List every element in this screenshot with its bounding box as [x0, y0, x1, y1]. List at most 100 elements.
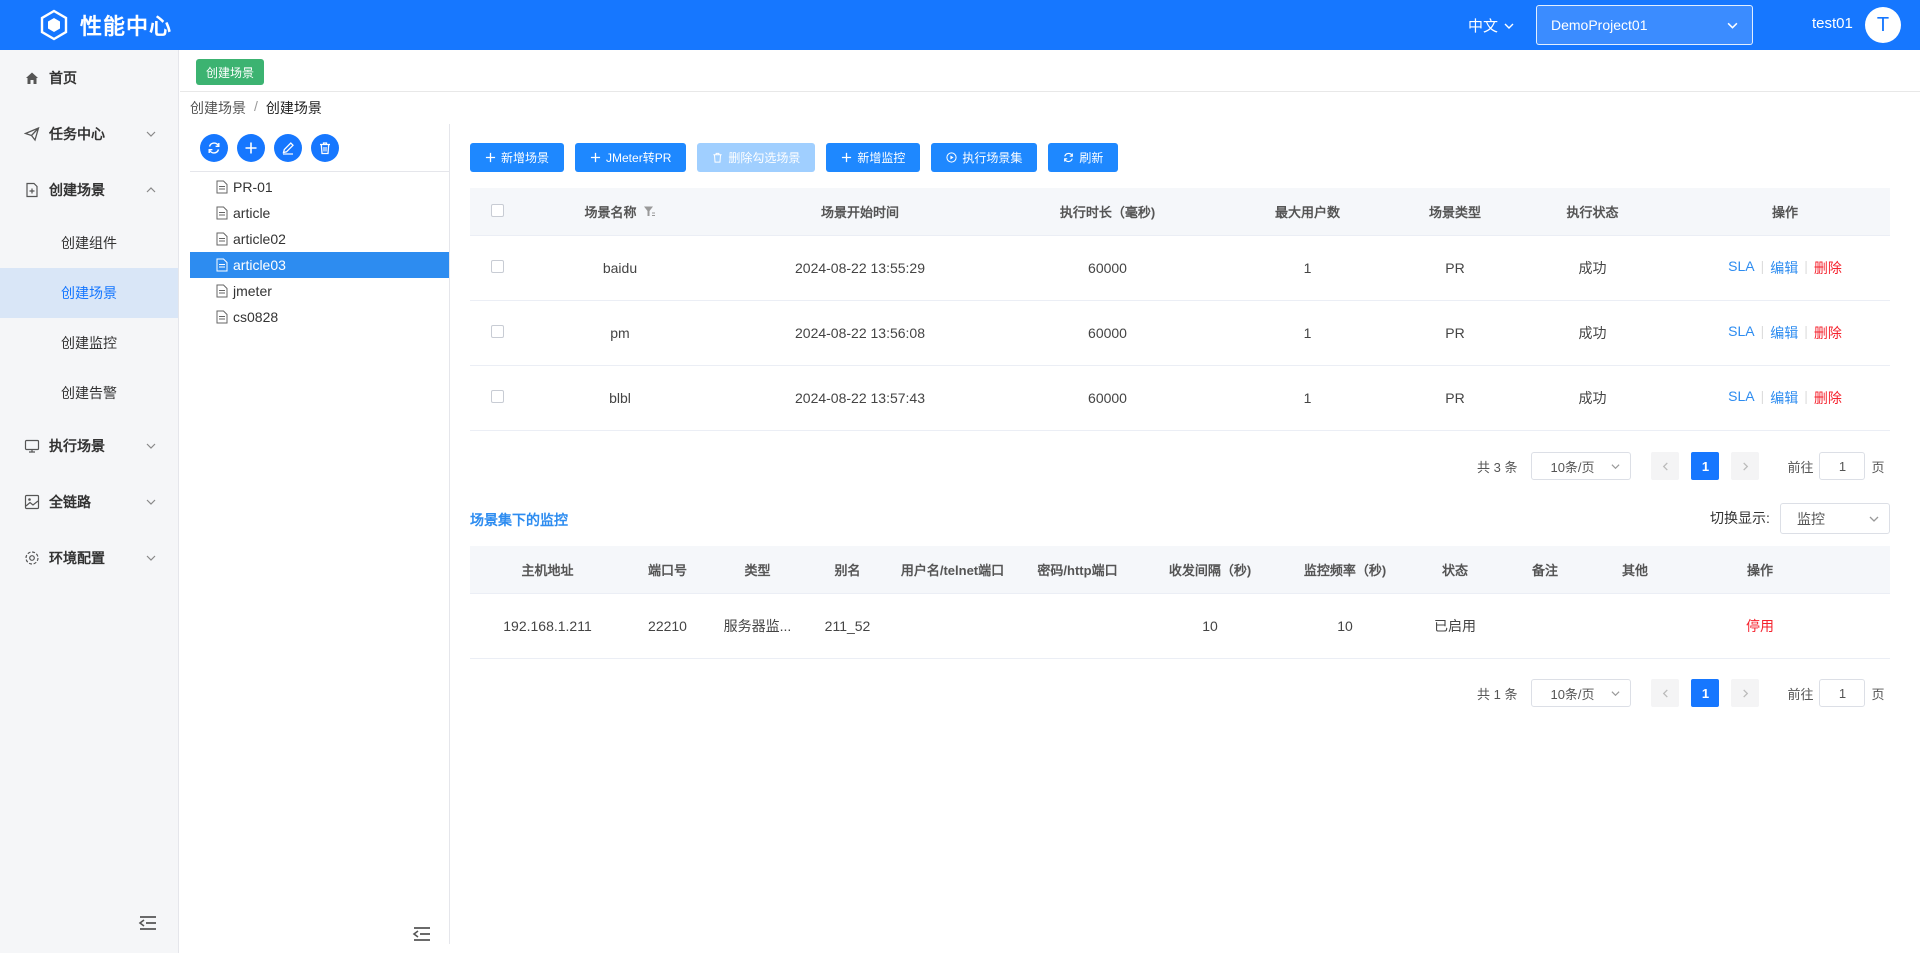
tree-node[interactable]: article02 [190, 226, 449, 252]
jmeter-to-pr-button[interactable]: JMeter转PR [575, 143, 687, 172]
sidebar-item-home[interactable]: 首页 [0, 50, 178, 106]
tree-node[interactable]: jmeter [190, 278, 449, 304]
tree-refresh-button[interactable] [200, 134, 228, 162]
table-row: pm 2024-08-22 13:56:08 60000 1 PR 成功 SLA… [470, 301, 1890, 366]
prev-page-button[interactable] [1651, 452, 1680, 480]
add-monitor-button[interactable]: 新增监控 [826, 143, 921, 172]
page-number-current[interactable]: 1 [1691, 679, 1720, 707]
pagination-total: 共 3 条 [1477, 459, 1518, 475]
refresh-icon [1064, 152, 1074, 163]
document-icon [216, 180, 228, 194]
header-start-time: 场景开始时间 [820, 205, 899, 220]
button-label: 刷新 [1079, 151, 1104, 165]
tree-delete-button[interactable] [311, 134, 339, 162]
add-scene-button[interactable]: 新增场景 [470, 143, 565, 172]
select-all-checkbox[interactable] [491, 203, 504, 217]
header-alias: 别名 [834, 563, 861, 578]
collapse-menu-icon[interactable] [138, 915, 158, 931]
table-row: 192.168.1.211 22210 服务器监... 211_52 10 10… [470, 594, 1890, 659]
goto-page-input[interactable]: 1 [1819, 452, 1866, 480]
sidebar-item-full-link[interactable]: 全链路 [0, 474, 178, 530]
user-name[interactable]: test01 [1812, 15, 1853, 32]
page-size-select[interactable]: 10条/页 [1531, 679, 1632, 707]
tree-node[interactable]: article [190, 200, 449, 226]
sidebar: 首页 任务中心 创建场景 创建组件 创建场景 创建监控 创建告警 执行场景 全链… [0, 50, 179, 953]
sidebar-subitem-create-monitor[interactable]: 创建监控 [0, 318, 178, 368]
sidebar-item-env-config[interactable]: 环境配置 [0, 530, 178, 586]
disable-monitor-link[interactable]: 停用 [1746, 618, 1774, 634]
refresh-button[interactable]: 刷新 [1048, 143, 1119, 172]
cell-actions: SLA | 编辑 | 删除 [1680, 388, 1890, 408]
sidebar-item-run-scene[interactable]: 执行场景 [0, 418, 178, 474]
cell-scene-type: PR [1445, 260, 1465, 276]
cell-scene-name: pm [610, 325, 630, 341]
monitor-section-title: 场景集下的监控 [470, 512, 568, 528]
filter-icon[interactable] [643, 205, 656, 218]
sidebar-item-task-center[interactable]: 任务中心 [0, 106, 178, 162]
row-select-cell [470, 325, 525, 341]
sidebar-item-label: 创建场景 [49, 182, 105, 198]
page-size-select[interactable]: 10条/页 [1531, 452, 1632, 480]
delete-selected-scenes-button[interactable]: 删除勾选场景 [697, 143, 816, 172]
action-divider: | [1804, 388, 1808, 404]
tree-edit-button[interactable] [274, 134, 302, 162]
pagination-total: 共 1 条 [1477, 686, 1518, 702]
cell-actions: SLA | 编辑 | 删除 [1680, 323, 1890, 343]
edit-link[interactable]: 编辑 [1770, 388, 1798, 408]
edit-link[interactable]: 编辑 [1770, 258, 1798, 278]
switch-display-label: 切换显示: [1710, 510, 1770, 526]
page-size-value: 10条/页 [1550, 459, 1595, 475]
tree-node-selected[interactable]: article03 [190, 252, 449, 278]
breadcrumb-current: 创建场景 [265, 100, 322, 116]
sidebar-item-label: 首页 [49, 70, 77, 86]
tab-tag-create-scene[interactable]: 创建场景 [196, 59, 265, 85]
cell-actions: SLA | 编辑 | 删除 [1680, 258, 1890, 278]
switch-display-select[interactable]: 监控 [1780, 503, 1890, 534]
sla-link[interactable]: SLA [1728, 388, 1754, 408]
next-page-button[interactable] [1731, 679, 1760, 707]
breadcrumb-parent[interactable]: 创建场景 [190, 98, 246, 118]
tree-add-button[interactable] [237, 134, 265, 162]
chevron-down-icon [1611, 463, 1620, 469]
delete-link[interactable]: 删除 [1814, 388, 1842, 408]
edit-link[interactable]: 编辑 [1770, 323, 1798, 343]
cell-duration: 60000 [1088, 390, 1127, 406]
project-select[interactable]: DemoProject01 [1536, 5, 1753, 45]
header-label: 场景名称 [584, 205, 637, 220]
tree-node[interactable]: cs0828 [190, 304, 449, 330]
next-page-button[interactable] [1731, 452, 1760, 480]
language-switch[interactable]: 中文 [1468, 15, 1514, 36]
app-logo[interactable]: 性能中心 [38, 9, 172, 41]
action-divider: | [1760, 323, 1765, 339]
collapse-tree-icon[interactable] [412, 926, 432, 942]
sidebar-item-create-scene[interactable]: 创建场景 [0, 162, 178, 218]
tree-node-label: jmeter [233, 283, 272, 299]
row-checkbox[interactable] [491, 390, 504, 403]
tree-node[interactable]: PR-01 [190, 174, 449, 200]
page-number-current[interactable]: 1 [1691, 452, 1720, 480]
delete-link[interactable]: 删除 [1814, 258, 1842, 278]
cube-logo-icon [40, 9, 68, 41]
cell-scene-type: PR [1445, 390, 1465, 406]
action-divider: | [1760, 388, 1765, 404]
sidebar-subitem-create-component[interactable]: 创建组件 [0, 218, 178, 268]
row-checkbox[interactable] [491, 260, 504, 273]
header-max-users: 最大用户数 [1274, 205, 1340, 220]
sla-link[interactable]: SLA [1728, 258, 1754, 278]
avatar[interactable]: T [1865, 7, 1901, 43]
prev-page-button[interactable] [1651, 679, 1680, 707]
chevron-right-icon [1743, 688, 1749, 698]
scene-toolbar: 新增场景 JMeter转PR 删除勾选场景 新增监控 执行场景集 刷新 [470, 143, 1119, 172]
refresh-icon [208, 142, 220, 154]
row-checkbox[interactable] [491, 325, 504, 338]
sla-link[interactable]: SLA [1728, 323, 1754, 343]
chevron-left-icon [1662, 461, 1668, 471]
sidebar-subitem-create-scene[interactable]: 创建场景 [0, 268, 178, 318]
run-scene-set-button[interactable]: 执行场景集 [931, 143, 1038, 172]
cell-status: 已启用 [1434, 618, 1476, 634]
delete-link[interactable]: 删除 [1814, 323, 1842, 343]
sidebar-subitem-create-alert[interactable]: 创建告警 [0, 368, 178, 418]
goto-page-input[interactable]: 1 [1819, 679, 1866, 707]
plus-icon [245, 142, 257, 154]
header-frequency: 监控频率（秒) [1303, 563, 1387, 578]
